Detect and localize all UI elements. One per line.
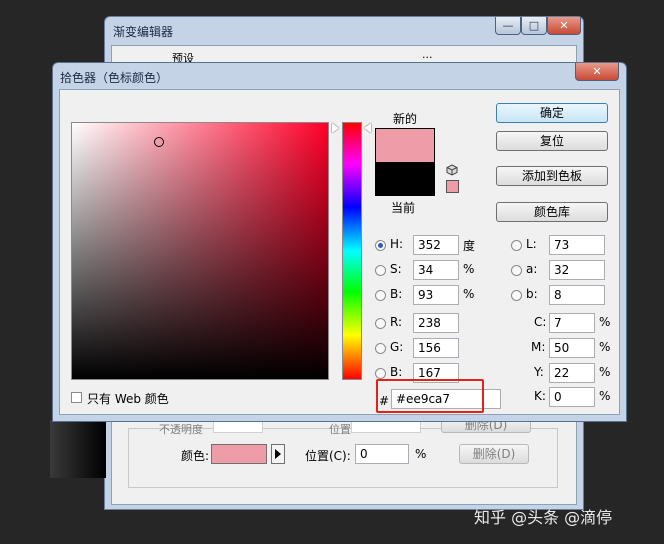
maximize-button[interactable]: □ <box>521 17 547 35</box>
add-to-swatches-button[interactable]: 添加到色板 <box>496 166 608 186</box>
lab-a-label: a: <box>526 262 538 276</box>
position-label: 位置(C): <box>305 449 351 463</box>
delete-button[interactable]: 删除(D) <box>459 444 529 464</box>
saturation-unit: % <box>463 262 475 276</box>
lab-a-radio[interactable] <box>511 265 522 276</box>
color-field-cursor[interactable] <box>154 137 164 147</box>
yellow-label: Y: <box>534 365 544 379</box>
brightness-label: B: <box>390 287 403 301</box>
color-picker-dialog: 拾色器（色标颜色） ✕ 新的 当前 确定 复位 添加到色板 颜色库 H: 352… <box>52 62 627 422</box>
web-only-checkbox[interactable] <box>71 392 82 403</box>
magenta-label: M: <box>531 340 546 354</box>
current-color-swatch[interactable] <box>375 162 435 196</box>
hue-slider-left-arrow-icon[interactable] <box>332 123 339 133</box>
picker-close-button[interactable]: ✕ <box>575 63 619 81</box>
saturation-radio[interactable] <box>375 265 386 276</box>
black-input[interactable]: 0 <box>549 387 595 407</box>
hue-slider[interactable] <box>342 122 362 380</box>
yellow-unit: % <box>599 365 611 379</box>
watermark: 知乎 @头条 @滴停 <box>474 508 613 527</box>
color-label: 颜色: <box>181 449 210 463</box>
presets-menu-icon[interactable]: ... <box>422 48 433 61</box>
cyan-unit: % <box>599 315 611 329</box>
lab-b-radio[interactable] <box>511 290 522 301</box>
color-libraries-button[interactable]: 颜色库 <box>496 202 608 222</box>
brightness-unit: % <box>463 287 475 301</box>
green-label: G: <box>390 340 404 354</box>
hex-highlight-box <box>376 379 484 413</box>
current-label: 当前 <box>391 201 416 215</box>
green-radio[interactable] <box>375 343 386 354</box>
magenta-unit: % <box>599 340 611 354</box>
position-percent: % <box>415 447 427 461</box>
brightness-radio[interactable] <box>375 290 386 301</box>
position-input[interactable]: 0 <box>355 444 409 464</box>
black-label: K: <box>534 389 546 403</box>
red-radio[interactable] <box>375 318 386 329</box>
reset-button[interactable]: 复位 <box>496 131 608 151</box>
black-unit: % <box>599 389 611 403</box>
web-only-label: 只有 Web 颜色 <box>87 392 169 406</box>
hue-label: H: <box>390 237 404 251</box>
opacity-label: 不透明度 <box>159 423 203 436</box>
saturation-input[interactable]: 34 <box>413 260 459 280</box>
blue-label: B: <box>390 365 403 379</box>
ok-button[interactable]: 确定 <box>496 103 608 123</box>
color-menu-button[interactable] <box>271 444 285 464</box>
gradient-preview-strip <box>50 420 106 478</box>
red-label: R: <box>390 315 403 329</box>
lab-l-label: L: <box>526 237 537 251</box>
cyan-input[interactable]: 7 <box>549 313 595 333</box>
green-input[interactable]: 156 <box>413 338 459 358</box>
new-color-swatch <box>375 128 435 162</box>
magenta-input[interactable]: 50 <box>549 338 595 358</box>
hue-input[interactable]: 352 <box>413 235 459 255</box>
cyan-label: C: <box>534 315 547 329</box>
blue-radio[interactable] <box>375 368 386 379</box>
hue-radio[interactable] <box>375 240 386 251</box>
hue-unit: 度 <box>463 239 476 253</box>
hue-slider-right-arrow-icon[interactable] <box>364 123 371 133</box>
lab-b-label: b: <box>526 287 538 301</box>
color-picker-title: 拾色器（色标颜色） <box>60 71 169 85</box>
stops-group: 不透明度 位置 删除(D) 颜色: 位置(C): 0 % 删除(D) <box>128 417 558 488</box>
web-cube-icon[interactable] <box>446 164 458 176</box>
minimize-button[interactable]: — <box>495 17 521 35</box>
lab-l-input[interactable]: 73 <box>549 235 605 255</box>
color-picker-body: 新的 当前 确定 复位 添加到色板 颜色库 H: 352 度 S: 34 % B… <box>59 89 620 415</box>
lab-a-input[interactable]: 32 <box>549 260 605 280</box>
web-safe-swatch[interactable] <box>446 180 459 193</box>
saturation-label: S: <box>390 262 402 276</box>
brightness-input[interactable]: 93 <box>413 285 459 305</box>
yellow-input[interactable]: 22 <box>549 363 595 383</box>
triangle-right-icon <box>275 449 281 459</box>
new-label: 新的 <box>393 112 418 126</box>
close-button[interactable]: ✕ <box>547 17 581 35</box>
gradient-editor-title: 渐变编辑器 <box>113 25 174 39</box>
lab-b-input[interactable]: 8 <box>549 285 605 305</box>
stop-color-swatch[interactable] <box>211 444 267 464</box>
red-input[interactable]: 238 <box>413 313 459 333</box>
color-field[interactable] <box>71 122 329 380</box>
location-label-top: 位置 <box>329 423 351 436</box>
lab-l-radio[interactable] <box>511 240 522 251</box>
